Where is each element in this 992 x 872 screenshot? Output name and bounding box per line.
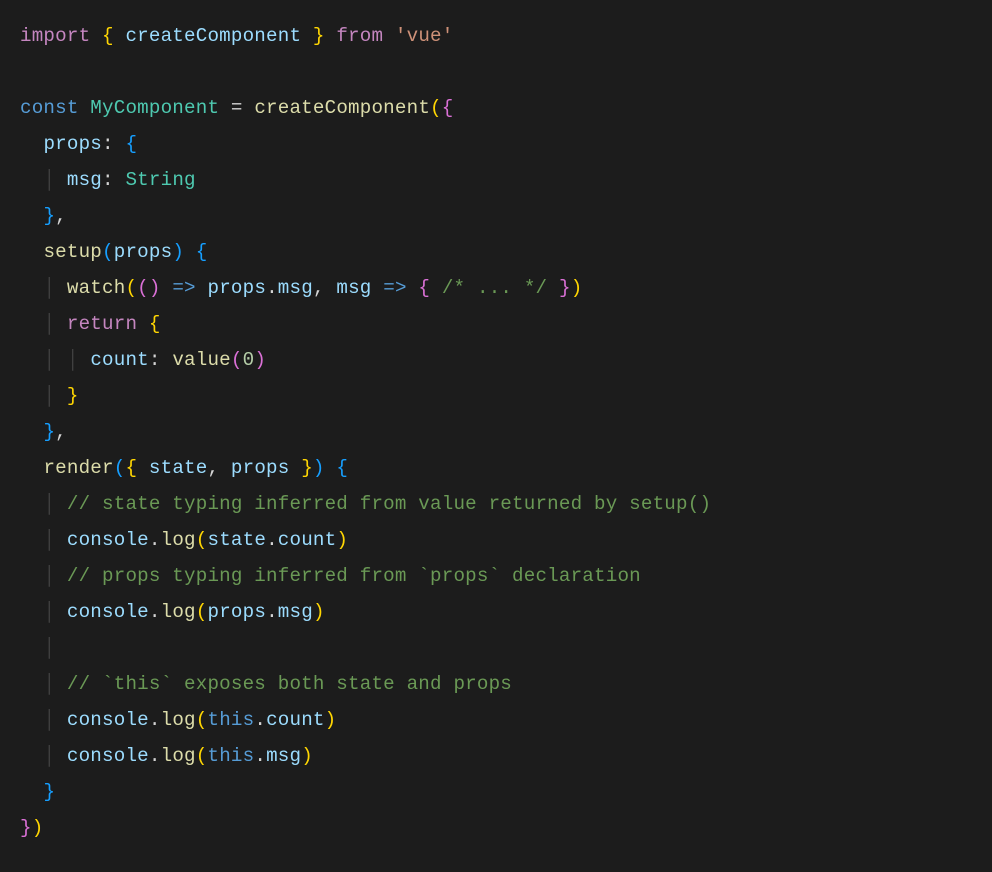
comment-ellipsis: /* ... */ — [442, 277, 547, 299]
call-watch: watch — [67, 277, 126, 299]
param-msg: msg — [336, 277, 371, 299]
param-props: props — [114, 241, 173, 263]
call-log-2: log — [161, 601, 196, 623]
call-value: value — [172, 349, 231, 371]
ref-props-2: props — [207, 601, 266, 623]
comment-this: // `this` exposes both state and props — [67, 673, 512, 695]
ref-console-2: console — [67, 601, 149, 623]
keyword-from: from — [336, 25, 383, 47]
method-setup: setup — [43, 241, 102, 263]
call-createComponent: createComponent — [254, 97, 430, 119]
keyword-import: import — [20, 25, 90, 47]
ref-msg-3: msg — [266, 745, 301, 767]
call-log-3: log — [161, 709, 196, 731]
comment-state: // state typing inferred from value retu… — [67, 493, 711, 515]
param-props-2: props — [231, 457, 290, 479]
keyword-this: this — [207, 709, 254, 731]
method-render: render — [43, 457, 113, 479]
ref-state: state — [207, 529, 266, 551]
ref-console-4: console — [67, 745, 149, 767]
ident-mycomponent: MyComponent — [90, 97, 219, 119]
keyword-return: return — [67, 313, 137, 335]
keyword-this-2: this — [207, 745, 254, 767]
prop-props: props — [43, 133, 102, 155]
code-block: import { createComponent } from 'vue' co… — [0, 0, 992, 864]
call-log-4: log — [161, 745, 196, 767]
ref-msg-2: msg — [278, 601, 313, 623]
ident-createComponent: createComponent — [125, 25, 301, 47]
ref-count-2: count — [266, 709, 325, 731]
ref-console: console — [67, 529, 149, 551]
keyword-const: const — [20, 97, 79, 119]
param-state: state — [149, 457, 208, 479]
string-vue: 'vue' — [395, 25, 454, 47]
ref-msg: msg — [278, 277, 313, 299]
prop-count: count — [90, 349, 149, 371]
type-string: String — [125, 169, 195, 191]
ref-count: count — [278, 529, 337, 551]
ref-console-3: console — [67, 709, 149, 731]
prop-msg: msg — [67, 169, 102, 191]
number-zero: 0 — [243, 349, 255, 371]
comment-props: // props typing inferred from `props` de… — [67, 565, 641, 587]
call-log: log — [161, 529, 196, 551]
ref-props: props — [207, 277, 266, 299]
